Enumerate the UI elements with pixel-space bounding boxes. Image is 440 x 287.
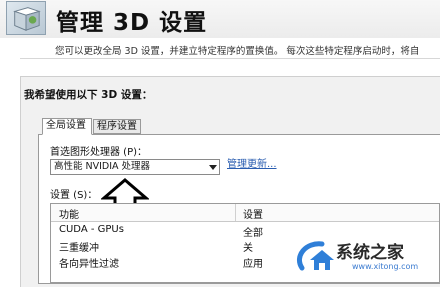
settings-heading: 我希望使用以下 3D 设置： — [24, 89, 153, 101]
tab-global-settings[interactable]: 全局设置 — [42, 118, 92, 135]
table-header: 功能 设置 — [51, 204, 439, 222]
feature-cell: CUDA - GPUs — [59, 224, 124, 235]
page-description: 您可以更改全局 3D 设置，并建立特定程序的置换值。 每次这些特定程序启动时，将… — [55, 46, 420, 57]
divider — [20, 58, 440, 59]
preferred-gpu-select[interactable]: 高性能 NVIDIA 处理器 — [50, 159, 220, 175]
feature-cell: 三重缓冲 — [59, 243, 99, 254]
column-separator — [235, 204, 236, 221]
tab-program-settings[interactable]: 程序设置 — [93, 119, 141, 134]
setting-cell: 关 — [243, 243, 253, 254]
gpu-select-label: 首选图形处理器 (P)： — [50, 147, 148, 158]
page-title: 管理 3D 设置 — [56, 10, 208, 36]
watermark-text: 系统之家 — [336, 243, 404, 263]
3d-settings-logo-icon — [6, 1, 46, 35]
chevron-down-icon[interactable] — [209, 165, 217, 170]
manage-updates-link[interactable]: 管理更新... — [227, 155, 277, 170]
setting-cell: 应用 — [243, 259, 263, 270]
column-header-feature[interactable]: 功能 — [59, 206, 79, 221]
column-header-setting[interactable]: 设置 — [243, 206, 263, 221]
setting-cell: 全部 — [243, 228, 263, 239]
header-bar: 管理 3D 设置 — [0, 0, 440, 38]
feature-cell: 各向异性过滤 — [59, 259, 119, 270]
preferred-gpu-value: 高性能 NVIDIA 处理器 — [54, 161, 151, 172]
watermark-url: www.xitong.com — [352, 262, 419, 271]
settings-list-label: 设置 (S)： — [50, 190, 98, 201]
